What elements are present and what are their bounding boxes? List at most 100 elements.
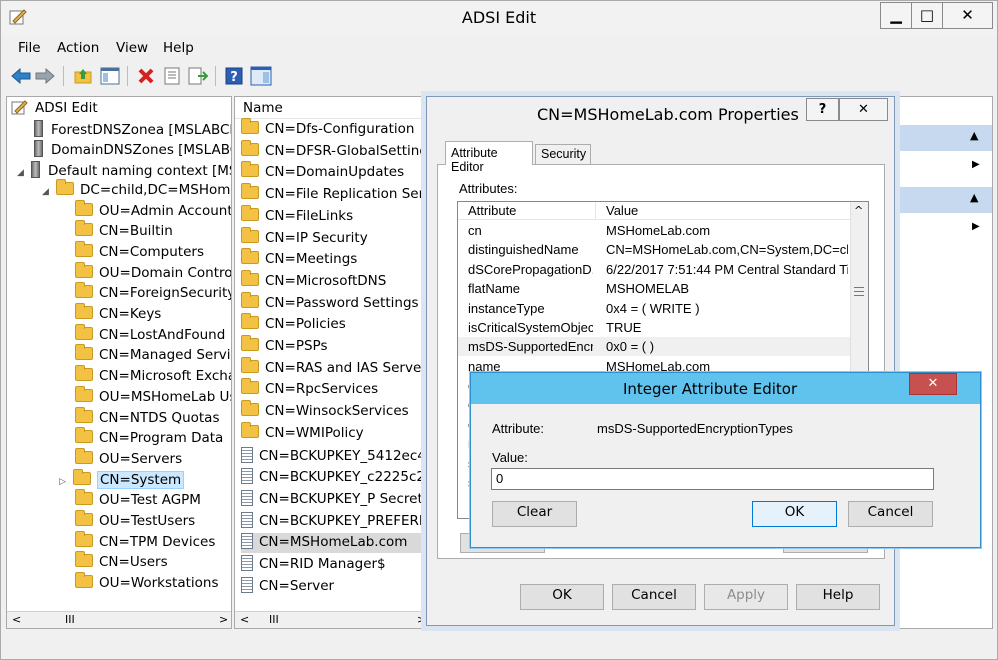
delete-icon[interactable] <box>134 64 158 88</box>
scroll-right-arrow[interactable]: > <box>219 613 228 626</box>
scroll-right-arrow[interactable]: > <box>417 613 426 626</box>
list-item[interactable]: CN=RID Manager$ <box>241 555 429 575</box>
integer-editor-ok-button[interactable]: OK <box>752 501 837 527</box>
list-horizontal-scrollbar[interactable]: < III > <box>235 611 429 628</box>
list-item[interactable]: CN=BCKUPKEY_P Secret <box>241 489 429 510</box>
tree-item[interactable]: OU=Workstations <box>75 572 219 595</box>
attribute-row[interactable]: msDS-SupportedEncr... 0x0 = ( ) <box>458 337 850 357</box>
integer-editor-close-button[interactable]: ✕ <box>909 373 957 395</box>
tree-item[interactable]: ◢ DC=child,DC=MSHomel <box>42 178 231 202</box>
properties-help-button[interactable]: Help <box>796 584 880 610</box>
scroll-left-arrow[interactable]: < <box>12 613 21 626</box>
list-item[interactable]: CN=Policies <box>241 313 429 336</box>
list-item[interactable]: CN=BCKUPKEY_PREFERREI <box>241 511 429 532</box>
collapse-up-icon[interactable]: ▲ <box>970 191 978 204</box>
tree-item[interactable]: OU=TestUsers <box>75 510 195 533</box>
list-item[interactable]: CN=PSPs <box>241 335 429 358</box>
tree-item[interactable]: CN=Microsoft Exchar <box>75 365 231 388</box>
column-header-name[interactable]: Name <box>243 100 283 116</box>
value-input[interactable]: 0 <box>491 468 934 490</box>
list-item[interactable]: CN=IP Security <box>241 226 429 250</box>
menu-help[interactable]: Help <box>163 40 194 56</box>
tree-item[interactable]: ADSI Edit <box>11 99 98 119</box>
list-item[interactable]: CN=BCKUPKEY_5412ec4c- <box>241 446 429 467</box>
list-item[interactable]: CN=Server <box>241 576 429 597</box>
help-icon[interactable]: ? <box>222 64 246 88</box>
help-question-button[interactable]: ? <box>806 98 839 121</box>
tree-item[interactable]: CN=LostAndFound <box>75 323 225 347</box>
tree-item[interactable]: CN=NTDS Quotas <box>75 406 219 430</box>
list-item[interactable]: CN=DFSR-GlobalSettings <box>241 139 429 163</box>
scroll-thumb-grip[interactable]: III <box>269 613 279 626</box>
more-actions-arrow-icon[interactable]: ▶ <box>972 221 980 232</box>
list-item[interactable]: CN=Password Settings Con <box>241 291 429 315</box>
tree-item[interactable]: ◢ Default naming context [MS <box>17 161 231 181</box>
tree-item[interactable]: ForestDNSZonea [MSLABCH <box>34 119 231 140</box>
list-item[interactable]: CN=Dfs-Configuration <box>241 118 429 141</box>
tree-expander-arrow[interactable]: ◢ <box>42 187 56 197</box>
tree-item[interactable]: CN=Program Data <box>75 427 223 450</box>
menu-file[interactable]: File <box>18 40 41 56</box>
tree-item[interactable]: CN=TPM Devices <box>75 530 215 554</box>
tree-item[interactable]: CN=ForeignSecurityP <box>75 282 231 305</box>
tree-item[interactable]: CN=Builtin <box>75 220 173 243</box>
column-header-value[interactable]: Value <box>606 203 638 218</box>
maximize-button[interactable]: □ <box>911 2 943 29</box>
tab-security[interactable]: Security <box>535 144 591 165</box>
menu-view[interactable]: View <box>116 40 148 56</box>
attribute-row[interactable]: cn MSHomeLab.com <box>458 221 850 240</box>
up-folder-icon[interactable] <box>71 64 95 88</box>
collapse-up-icon[interactable]: ▲ <box>970 129 978 142</box>
actions-section-header[interactable]: ▲ <box>896 187 992 213</box>
actions-pane[interactable]: ▲ ▶ ▲ ▶ <box>895 96 993 629</box>
console-tree-pane[interactable]: ADSI Edit ForestDNSZonea [MSLABCH DomainDN… <box>6 96 232 629</box>
attribute-row[interactable]: isCriticalSystemObject TRUE <box>458 318 850 337</box>
show-hide-console-tree-icon[interactable] <box>98 64 122 88</box>
properties-cancel-button[interactable]: Cancel <box>612 584 696 610</box>
tab-attribute-editor[interactable]: Attribute Editor <box>445 141 533 174</box>
attribute-row[interactable]: distinguishedName CN=MSHomeLab.com,CN=Sys… <box>458 240 850 259</box>
tree-item[interactable]: OU=Admin Accounts <box>75 199 231 223</box>
actions-section-header[interactable]: ▲ <box>896 125 992 151</box>
forward-arrow-icon[interactable] <box>33 64 57 88</box>
tree-item[interactable]: DomainDNSZones [MSLABC <box>34 140 231 160</box>
integer-editor-cancel-button[interactable]: Cancel <box>848 501 933 527</box>
list-item[interactable]: CN=Meetings <box>241 248 429 271</box>
attribute-row[interactable]: flatName MSHOMELAB <box>458 279 850 298</box>
properties-close-button[interactable]: ✕ <box>839 98 888 121</box>
list-item[interactable]: CN=WinsockServices <box>241 400 429 423</box>
results-list-pane[interactable]: Name CN=Dfs-Configuration CN=DFSR-GlobalS… <box>234 96 430 629</box>
column-header-attribute[interactable]: Attribute <box>468 203 516 218</box>
list-item[interactable]: CN=WMIPolicy <box>241 421 429 445</box>
properties-title-bar[interactable]: CN=MSHomeLab.com Properties ? ✕ <box>427 97 894 131</box>
tree-horizontal-scrollbar[interactable]: < III > <box>7 611 231 628</box>
scroll-up-arrow[interactable]: ^ <box>854 204 863 217</box>
list-item[interactable]: CN=BCKUPKEY_c2225c2e- <box>241 468 429 488</box>
list-item[interactable]: CN=File Replication Service <box>241 183 429 206</box>
list-item[interactable]: CN=MSHomeLab.com <box>241 533 429 554</box>
tree-item[interactable]: OU=MSHomeLab Us <box>75 385 231 409</box>
tree-item[interactable]: CN=Computers <box>75 240 204 264</box>
title-bar[interactable]: ADSI Edit ▁ □ ✕ <box>1 1 997 35</box>
export-list-icon[interactable] <box>186 64 210 88</box>
integer-editor-title-bar[interactable]: Integer Attribute Editor ✕ <box>471 373 980 404</box>
properties-icon[interactable] <box>160 64 184 88</box>
tree-item[interactable]: CN=Users <box>75 551 168 574</box>
more-actions-arrow-icon[interactable]: ▶ <box>972 159 980 170</box>
back-arrow-icon[interactable] <box>9 64 33 88</box>
tree-item[interactable]: CN=Keys <box>75 303 161 326</box>
properties-apply-button[interactable]: Apply <box>704 584 788 610</box>
list-item[interactable]: CN=DomainUpdates <box>241 161 429 184</box>
minimize-button[interactable]: ▁ <box>880 2 912 29</box>
show-action-pane-icon[interactable] <box>249 64 273 88</box>
attribute-row[interactable]: instanceType 0x4 = ( WRITE ) <box>458 299 850 318</box>
scroll-left-arrow[interactable]: < <box>240 613 249 626</box>
properties-ok-button[interactable]: OK <box>520 584 604 610</box>
tree-item[interactable]: OU=Servers <box>75 447 182 471</box>
list-item[interactable]: CN=FileLinks <box>241 204 429 228</box>
tree-expander-arrow[interactable]: ◢ <box>17 168 31 178</box>
menu-action[interactable]: Action <box>57 40 99 56</box>
list-item[interactable]: CN=RpcServices <box>241 378 429 401</box>
tree-item[interactable]: OU=Test AGPM <box>75 489 201 512</box>
scroll-thumb-grip[interactable]: III <box>65 613 75 626</box>
